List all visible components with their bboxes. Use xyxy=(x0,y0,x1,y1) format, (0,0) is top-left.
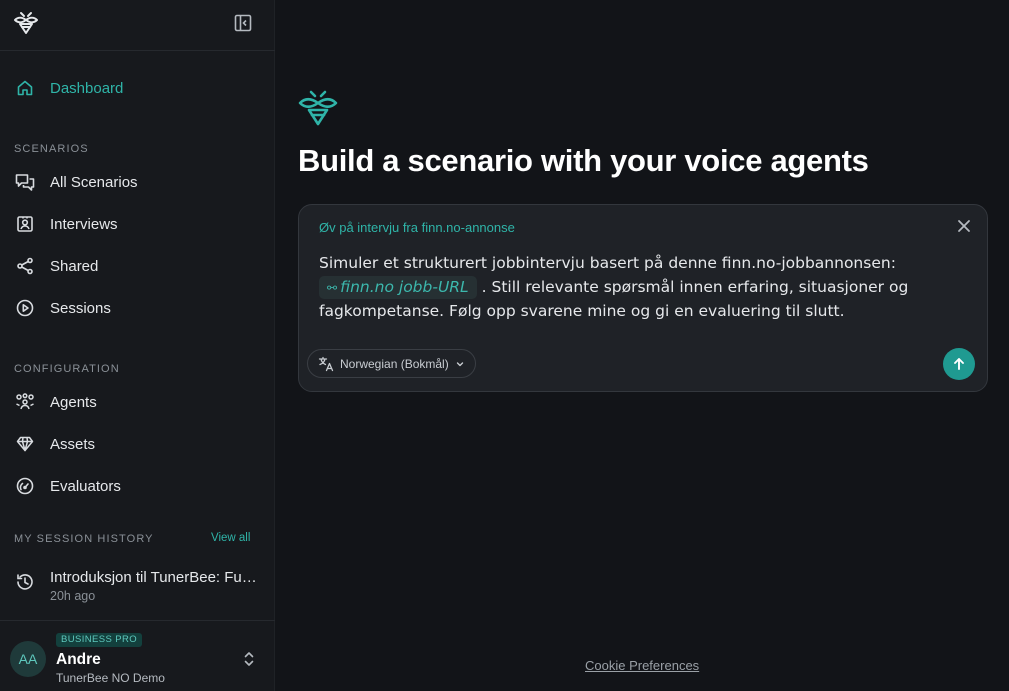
nav-assets-label: Assets xyxy=(50,435,96,453)
bee-logo-icon xyxy=(298,90,338,126)
nav-evaluators[interactable]: Evaluators xyxy=(0,468,275,504)
chat-bubbles-icon xyxy=(15,172,35,192)
gauge-icon xyxy=(15,476,35,496)
chevron-down-icon xyxy=(456,361,463,366)
user-name: Andre xyxy=(56,651,101,668)
nav-all-scenarios-label: All Scenarios xyxy=(50,173,138,191)
bee-logo-icon[interactable] xyxy=(13,11,39,35)
section-label-configuration: CONFIGURATION xyxy=(14,363,120,375)
nav-shared-label: Shared xyxy=(50,257,99,275)
cookie-preferences-link[interactable]: Cookie Preferences xyxy=(585,658,699,673)
gem-icon xyxy=(15,434,35,454)
user-menu[interactable]: AA BUSINESS PRO Andre TunerBee NO Demo xyxy=(0,620,275,691)
agents-icon xyxy=(15,392,35,412)
history-item-title: Introduksjon til TunerBee: Funksjoner og… xyxy=(50,569,260,586)
view-all-link[interactable]: View all xyxy=(211,532,250,544)
language-select[interactable]: Norwegian (Bokmål) xyxy=(307,349,476,378)
prompt-input[interactable]: Simuler et strukturert jobbintervju base… xyxy=(319,251,959,323)
url-placeholder-label: finn.no jobb-URL xyxy=(340,278,469,296)
nav-agents-label: Agents xyxy=(50,393,97,411)
nav-shared[interactable]: Shared xyxy=(0,248,275,284)
nav-interviews-label: Interviews xyxy=(50,215,118,233)
language-select-value: Norwegian (Bokmål) xyxy=(340,356,449,371)
nav-sessions-label: Sessions xyxy=(50,299,111,317)
close-icon[interactable] xyxy=(957,219,971,233)
scenario-composer: Øv på intervju fra finn.no-annonse Simul… xyxy=(298,204,988,392)
section-label-history: MY SESSION HISTORY xyxy=(14,533,154,545)
nav-dashboard[interactable]: Dashboard xyxy=(0,70,275,106)
share-icon xyxy=(15,256,35,276)
history-item-time: 20h ago xyxy=(50,589,96,603)
sidebar-collapse-icon[interactable] xyxy=(234,14,252,32)
section-label-scenarios: SCENARIOS xyxy=(14,143,89,155)
composer-template-label: Øv på intervju fra finn.no-annonse xyxy=(319,220,515,235)
chevron-up-down-icon xyxy=(244,652,254,666)
id-badge-icon xyxy=(15,214,35,234)
link-icon: ⚯ xyxy=(327,281,338,295)
history-icon xyxy=(17,574,33,590)
nav-agents[interactable]: Agents xyxy=(0,384,275,420)
user-org: TunerBee NO Demo xyxy=(56,671,165,685)
url-placeholder-chip[interactable]: ⚯ finn.no jobb-URL xyxy=(319,276,477,299)
sidebar: Dashboard SCENARIOS All Scenarios Interv… xyxy=(0,0,275,691)
prompt-text-start: Simuler et strukturert jobbintervju base… xyxy=(319,254,896,272)
send-button[interactable] xyxy=(943,348,975,380)
avatar: AA xyxy=(10,641,46,677)
translate-icon xyxy=(318,356,334,371)
sidebar-header xyxy=(0,0,275,51)
app: Dashboard SCENARIOS All Scenarios Interv… xyxy=(0,0,1009,691)
nav-evaluators-label: Evaluators xyxy=(50,477,121,495)
home-icon xyxy=(15,78,35,98)
nav-interviews[interactable]: Interviews xyxy=(0,206,275,242)
nav-all-scenarios[interactable]: All Scenarios xyxy=(0,164,275,200)
plan-badge: BUSINESS PRO xyxy=(56,633,143,647)
history-item[interactable]: Introduksjon til TunerBee: Funksjoner og… xyxy=(0,562,275,610)
nav-sessions[interactable]: Sessions xyxy=(0,290,275,326)
nav-assets[interactable]: Assets xyxy=(0,426,275,462)
nav-dashboard-label: Dashboard xyxy=(50,79,124,97)
play-circle-icon xyxy=(15,298,35,318)
arrow-up-icon xyxy=(954,358,964,370)
page-title: Build a scenario with your voice agents xyxy=(298,143,869,178)
